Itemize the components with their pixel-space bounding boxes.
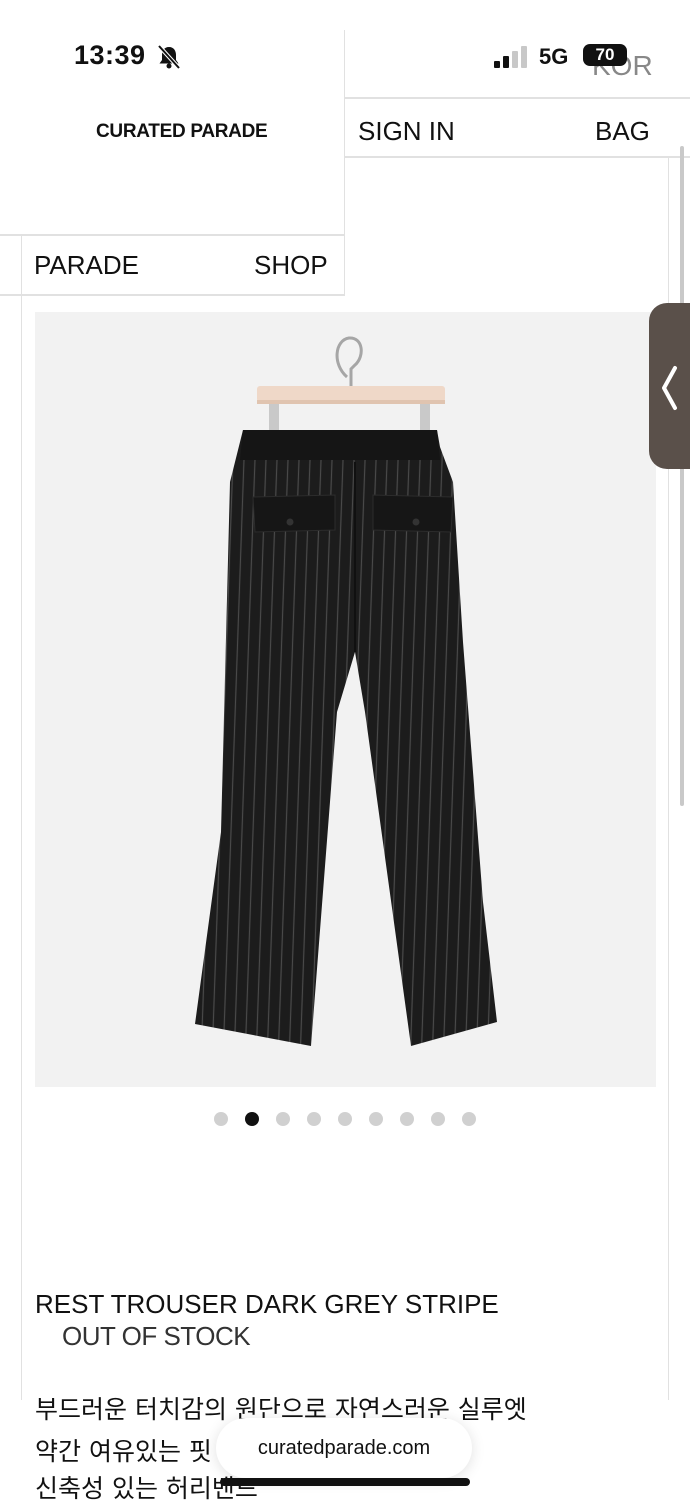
carousel-dot[interactable] (400, 1112, 414, 1126)
chevron-left-icon (662, 366, 677, 410)
divider (344, 156, 690, 158)
bell-muted-icon (157, 44, 181, 70)
trouser-photo (195, 336, 497, 1046)
carousel-dot[interactable] (431, 1112, 445, 1126)
carousel-dot[interactable] (276, 1112, 290, 1126)
divider (0, 294, 345, 296)
network-type: 5G (539, 44, 569, 69)
home-indicator[interactable] (220, 1478, 470, 1486)
stock-status: OUT OF STOCK (62, 1321, 251, 1351)
battery-indicator: 70 (583, 44, 627, 66)
side-panel-tab[interactable] (649, 303, 690, 469)
brand-logo[interactable]: CURATED PARADE (96, 121, 268, 143)
status-time: 13:39 (74, 40, 146, 70)
divider (21, 234, 22, 1400)
carousel-dot[interactable] (338, 1112, 352, 1126)
menu-parade[interactable]: PARADE (34, 250, 139, 281)
divider (344, 30, 345, 296)
carousel-dot[interactable] (245, 1112, 259, 1126)
carousel-dot[interactable] (214, 1112, 228, 1126)
divider (0, 234, 345, 236)
carousel-dot[interactable] (369, 1112, 383, 1126)
carousel-dot[interactable] (307, 1112, 321, 1126)
bag-link[interactable]: BAG (595, 116, 650, 147)
product-name: REST TROUSER DARK GREY STRIPE (35, 1289, 499, 1319)
product-image[interactable] (35, 312, 656, 1087)
carousel-dot[interactable] (462, 1112, 476, 1126)
sign-in-link[interactable]: SIGN IN (358, 116, 455, 147)
url-bar[interactable]: curatedparade.com (216, 1418, 472, 1478)
cellular-signal-icon (494, 46, 527, 68)
product-description-line: 약간 여유있는 핏 (35, 1437, 212, 1466)
scrollbar[interactable] (680, 146, 684, 806)
divider (344, 97, 690, 99)
menu-shop[interactable]: SHOP (254, 250, 328, 281)
carousel-dots[interactable] (214, 1112, 476, 1126)
